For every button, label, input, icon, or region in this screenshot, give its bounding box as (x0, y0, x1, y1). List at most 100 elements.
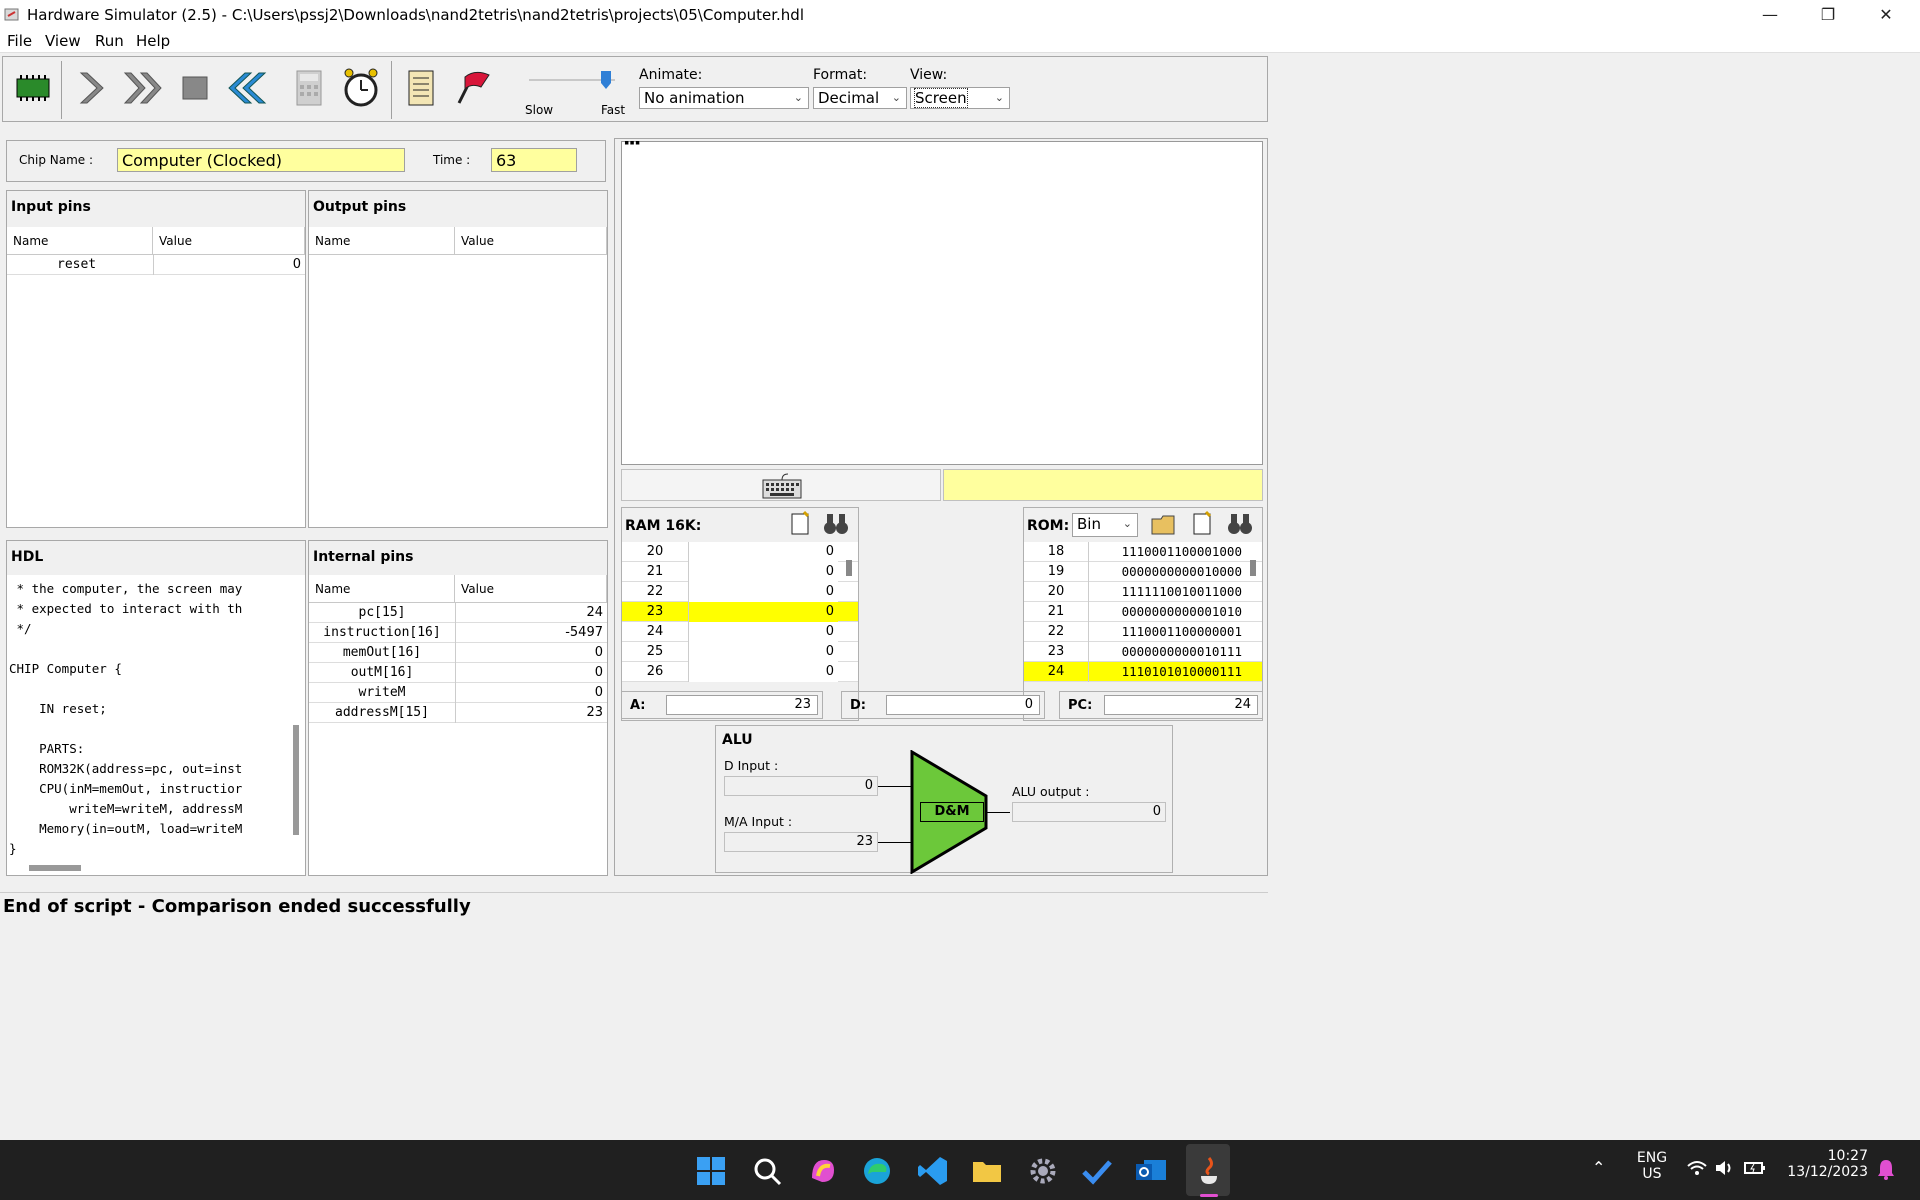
settings-gear-icon[interactable] (1026, 1154, 1060, 1188)
vertical-scrollbar[interactable] (293, 725, 299, 835)
ram-row-highlighted[interactable]: 23 0 (622, 602, 858, 622)
ram-value: 0 (688, 622, 838, 642)
windows-start-icon[interactable] (694, 1154, 728, 1188)
pin-value: 24 (586, 605, 603, 620)
volume-icon[interactable] (1714, 1158, 1736, 1182)
ram-title: RAM 16K: (625, 518, 702, 534)
reset-icon[interactable] (225, 65, 269, 111)
view-select[interactable]: Screen ⌄ (910, 87, 1010, 109)
menu-run[interactable]: Run (95, 32, 124, 50)
d-register: D: 0 (841, 691, 1045, 719)
wifi-icon[interactable] (1686, 1158, 1708, 1182)
ram-row[interactable]: 20 0 (622, 542, 858, 562)
rom-row[interactable]: 21 0000000000001010 (1024, 602, 1262, 622)
rom-scrollbar[interactable] (1250, 560, 1256, 576)
run-icon[interactable] (121, 65, 165, 111)
search-binoculars-icon[interactable] (1226, 510, 1254, 542)
menu-file[interactable]: File (7, 32, 32, 50)
rom-value: 0000000000001010 (1088, 602, 1244, 622)
title-bar: Hardware Simulator (2.5) - C:\Users\pssj… (0, 0, 1920, 29)
restore-button[interactable]: ❐ (1800, 0, 1856, 29)
hdl-code: * the computer, the screen may * expecte… (9, 581, 243, 856)
battery-icon[interactable] (1744, 1158, 1766, 1182)
pin-value: 0 (594, 685, 603, 700)
script-icon[interactable] (399, 65, 443, 111)
menu-help[interactable]: Help (136, 32, 170, 50)
clock-icon[interactable] (339, 65, 383, 111)
view-value: Screen (914, 88, 968, 108)
keyboard-icon (762, 472, 802, 504)
load-file-icon[interactable] (786, 510, 814, 542)
pc-register-value[interactable]: 24 (1104, 695, 1258, 715)
ram-row[interactable]: 22 0 (622, 582, 858, 602)
pin-value: 0 (594, 665, 603, 680)
animate-select[interactable]: No animation ⌄ (639, 87, 809, 109)
search-binoculars-icon[interactable] (822, 510, 850, 542)
clock[interactable]: 10:27 13/12/2023 (1780, 1148, 1868, 1180)
cell-divider (455, 623, 456, 643)
single-step-icon[interactable] (69, 65, 113, 111)
minimize-button[interactable]: — (1742, 0, 1798, 29)
rom-row[interactable]: 22 1110001100000001 (1024, 622, 1262, 642)
rom-value: 1111110010011000 (1088, 582, 1244, 602)
pin-name: memOut[16] (342, 645, 422, 660)
output-pins-panel: Output pins Name Value (308, 190, 608, 528)
copilot-icon[interactable] (806, 1154, 840, 1188)
rom-address: 23 (1047, 644, 1065, 659)
java-app-icon (4, 6, 20, 22)
speed-slider[interactable]: Slow Fast (525, 65, 625, 119)
horizontal-scrollbar[interactable] (29, 865, 81, 871)
ram-row[interactable]: 21 0 (622, 562, 858, 582)
outlook-icon[interactable] (1134, 1154, 1168, 1188)
rom-row[interactable]: 23 0000000000010111 (1024, 642, 1262, 662)
table-row[interactable]: pc[15] 24 (309, 603, 607, 623)
input-pins-panel: Input pins Name Value reset 0 (6, 190, 306, 528)
table-row[interactable]: instruction[16] -5497 (309, 623, 607, 643)
close-button[interactable]: ✕ (1858, 0, 1914, 29)
java-app-icon[interactable] (1192, 1154, 1226, 1188)
file-explorer-icon[interactable] (970, 1154, 1004, 1188)
rom-value: 1110101010000111 (1088, 662, 1244, 682)
alu-wire (878, 786, 912, 787)
rom-row-highlighted[interactable]: 24 1110101010000111 (1024, 662, 1262, 682)
chevron-down-icon: ⌄ (994, 91, 1004, 104)
load-chip-icon[interactable] (11, 65, 55, 111)
ram-row[interactable]: 25 0 (622, 642, 858, 662)
search-icon[interactable] (750, 1154, 784, 1188)
ram-row[interactable]: 26 0 (622, 662, 858, 682)
load-file-icon[interactable] (1188, 510, 1216, 542)
language-indicator[interactable]: ENG US (1634, 1150, 1670, 1182)
rom-row[interactable]: 19 0000000000010000 (1024, 562, 1262, 582)
todo-check-icon[interactable] (1080, 1154, 1114, 1188)
calculator-icon[interactable] (287, 65, 331, 111)
format-value: Decimal (818, 89, 880, 107)
table-row[interactable]: memOut[16] 0 (309, 643, 607, 663)
table-row[interactable]: addressM[15] 23 (309, 703, 607, 723)
slider-thumb[interactable] (601, 71, 612, 89)
format-select[interactable]: Decimal ⌄ (813, 87, 907, 109)
rom-format-select[interactable]: Bin ⌄ (1072, 513, 1138, 537)
show-hidden-icons-icon[interactable]: ⌃ (1592, 1158, 1605, 1177)
stop-icon[interactable] (173, 65, 217, 111)
ram-scrollbar[interactable] (846, 560, 852, 576)
table-row[interactable]: outM[16] 0 (309, 663, 607, 683)
breakpoint-flag-icon[interactable] (451, 65, 495, 111)
toolbar-separator (391, 61, 392, 119)
d-register-value[interactable]: 0 (886, 695, 1040, 715)
table-row[interactable]: writeM 0 (309, 683, 607, 703)
open-folder-icon[interactable] (1150, 510, 1178, 542)
edge-browser-icon[interactable] (860, 1154, 894, 1188)
ram-address: 24 (646, 624, 664, 639)
keyboard-area[interactable] (621, 469, 941, 501)
pc-register: PC: 24 (1059, 691, 1263, 719)
view-label: View: (910, 67, 948, 83)
hdl-text-area[interactable]: * the computer, the screen may * expecte… (7, 575, 305, 875)
table-row[interactable]: reset 0 (7, 255, 305, 275)
rom-row[interactable]: 20 1111110010011000 (1024, 582, 1262, 602)
rom-row[interactable]: 18 1110001100001000 (1024, 542, 1262, 562)
menu-view[interactable]: View (45, 32, 81, 50)
ram-row[interactable]: 24 0 (622, 622, 858, 642)
vscode-icon[interactable] (916, 1154, 950, 1188)
a-register-value[interactable]: 23 (666, 695, 818, 715)
notification-bell-icon[interactable] (1876, 1158, 1896, 1184)
